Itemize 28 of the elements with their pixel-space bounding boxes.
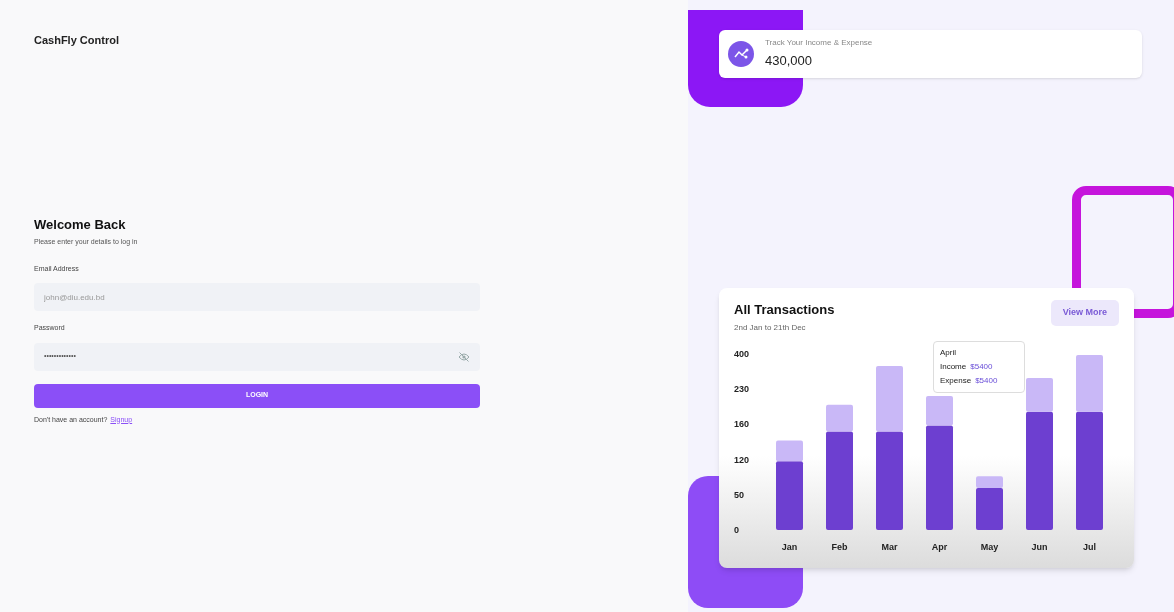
axis-label: 0 bbox=[734, 524, 739, 535]
trend-icon bbox=[728, 41, 754, 67]
view-more-button[interactable]: View More bbox=[1050, 300, 1119, 326]
tooltip-value: $5400 bbox=[970, 360, 993, 373]
email-field[interactable]: john@diu.edu.bd bbox=[34, 283, 480, 311]
welcome-heading: Welcome Back bbox=[34, 215, 126, 234]
summary-value: 430,000 bbox=[765, 52, 813, 71]
axis-label: 120 bbox=[734, 454, 750, 465]
axis-label: 160 bbox=[734, 418, 750, 429]
axis-label: Apr bbox=[931, 541, 948, 552]
tooltip-label: Expense bbox=[940, 374, 972, 387]
axis-label: 400 bbox=[734, 348, 750, 359]
date-range: 2nd Jan to 21th Dec bbox=[734, 321, 807, 334]
axis-label: Feb bbox=[831, 541, 848, 552]
axis-label: Jul bbox=[1083, 541, 1096, 552]
brand-name: CashFly Control bbox=[34, 33, 119, 48]
card-title: All Transactions bbox=[734, 301, 835, 319]
axis-label: Mar bbox=[881, 541, 898, 552]
axis-label: Jun bbox=[1031, 541, 1048, 552]
axis-label: May bbox=[980, 541, 999, 552]
summary-label: Track Your Income & Expense bbox=[765, 37, 873, 50]
axis-label: 50 bbox=[734, 489, 744, 500]
axis-label: Jan bbox=[781, 541, 798, 552]
tooltip-title: April bbox=[940, 346, 957, 359]
tooltip-value: $5400 bbox=[975, 374, 998, 387]
eye-off-icon[interactable] bbox=[458, 351, 470, 362]
tooltip-label: Income bbox=[940, 360, 967, 373]
axis-label: 230 bbox=[734, 383, 750, 394]
